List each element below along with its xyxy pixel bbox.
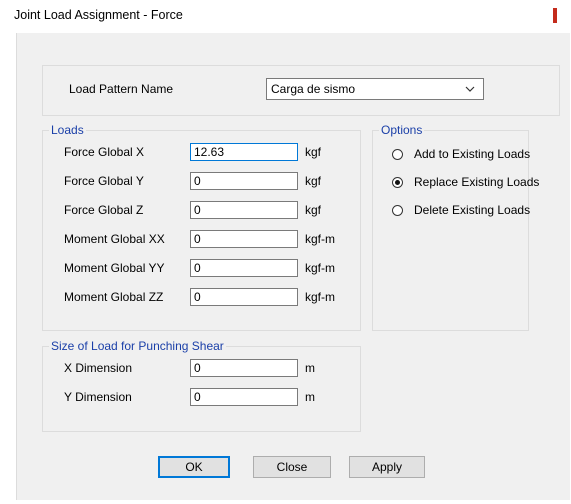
loads-row-unit: kgf <box>305 174 322 188</box>
ok-button[interactable]: OK <box>158 456 230 478</box>
loads-row-label: Moment Global XX <box>64 232 165 246</box>
option-radio-label: Replace Existing Loads <box>414 175 540 189</box>
loads-row-input[interactable] <box>190 143 298 161</box>
option-radio-label: Add to Existing Loads <box>414 147 531 161</box>
loads-row-input[interactable] <box>190 201 298 219</box>
load-pattern-value: Carga de sismo <box>271 82 356 96</box>
loads-row-label: Moment Global ZZ <box>64 290 164 304</box>
loads-row-unit: kgf-m <box>305 261 335 275</box>
punching-row-unit: m <box>305 390 315 404</box>
loads-row-input[interactable] <box>190 172 298 190</box>
loads-row-label: Force Global X <box>64 145 145 159</box>
loads-row-input[interactable] <box>190 259 298 277</box>
loads-row-unit: kgf-m <box>305 290 335 304</box>
punching-shear-group: Size of Load for Punching Shear X Dimens… <box>42 339 361 432</box>
option-radio-label: Delete Existing Loads <box>414 203 531 217</box>
loads-group: Loads Force Global X kgf Force Global Y kgf… <box>42 123 361 331</box>
loads-row-label: Moment Global YY <box>64 261 165 275</box>
radio-button-icon[interactable] <box>392 205 403 216</box>
radio-selected-dot <box>395 180 400 185</box>
loads-row-input[interactable] <box>190 230 298 248</box>
punching-row-input[interactable] <box>190 359 298 377</box>
loads-row-unit: kgf <box>305 145 322 159</box>
punching-row-unit: m <box>305 361 315 375</box>
window-title: Joint Load Assignment - Force <box>14 8 183 22</box>
loads-row-unit: kgf-m <box>305 232 335 246</box>
options-legend: Options <box>379 123 425 137</box>
radio-button-icon[interactable] <box>392 177 403 188</box>
close-button-edge[interactable] <box>553 8 557 23</box>
loads-legend: Loads <box>49 123 86 137</box>
loads-row-label: Force Global Y <box>64 174 144 188</box>
punching-row-label: Y Dimension <box>64 390 132 404</box>
load-pattern-label: Load Pattern Name <box>69 82 174 96</box>
punching-row-label: X Dimension <box>64 361 133 375</box>
title-bar[interactable]: Joint Load Assignment - Force <box>0 0 571 33</box>
apply-button[interactable]: Apply <box>349 456 425 478</box>
punching-row-input[interactable] <box>190 388 298 406</box>
load-pattern-group: Load Pattern Name Carga de sismo <box>42 65 560 116</box>
loads-row-unit: kgf <box>305 203 322 217</box>
options-group: Options Add to Existing Loads Replace Exi… <box>372 123 539 331</box>
close-button[interactable]: Close <box>253 456 331 478</box>
load-pattern-dropdown[interactable]: Carga de sismo <box>266 78 484 100</box>
loads-row-input[interactable] <box>190 288 298 306</box>
punching-shear-legend: Size of Load for Punching Shear <box>49 339 226 353</box>
chevron-down-icon <box>465 83 475 97</box>
loads-row-label: Force Global Z <box>64 203 144 217</box>
radio-button-icon[interactable] <box>392 149 403 160</box>
dialog-body: Load Pattern Name Carga de sismo Loads F… <box>16 33 570 500</box>
